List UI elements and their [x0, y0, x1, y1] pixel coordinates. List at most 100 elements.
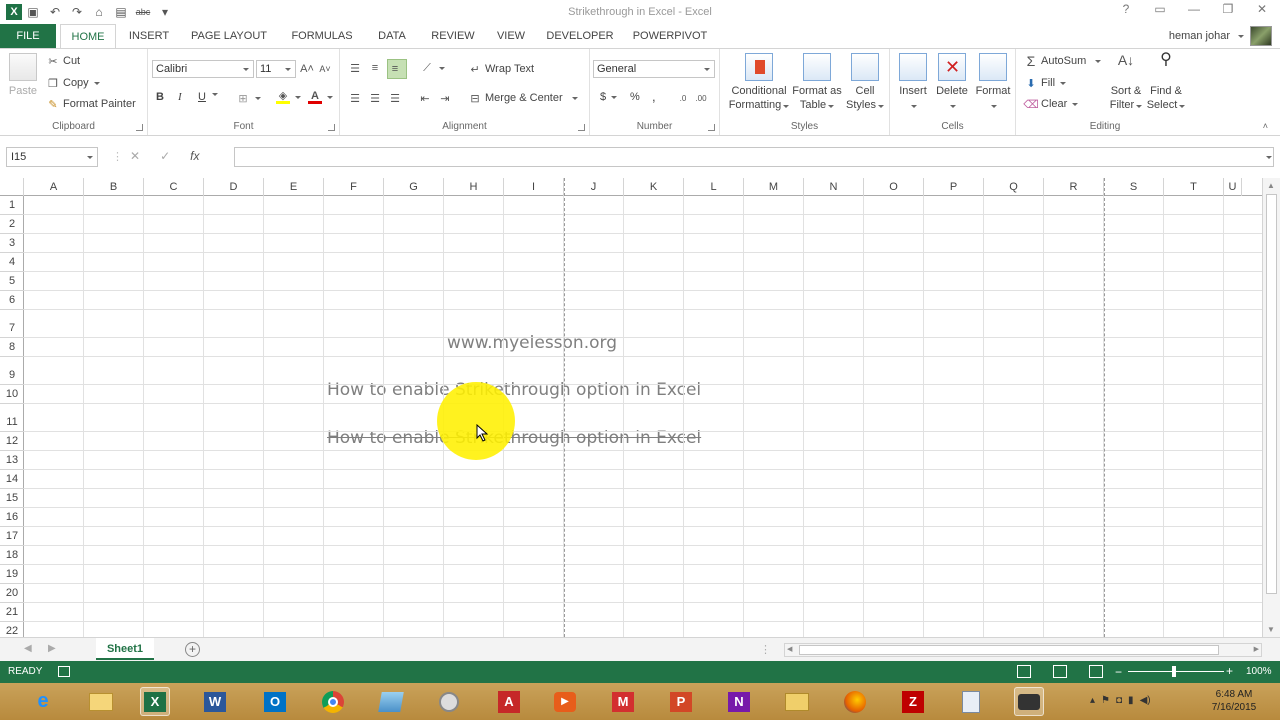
format-as-table-button[interactable]: Format as Table: [792, 53, 842, 112]
tray-arrow-icon[interactable]: ▴: [1090, 695, 1095, 706]
row-header-12[interactable]: 12: [0, 432, 24, 451]
folder-icon[interactable]: [782, 687, 812, 716]
enter-entry-button[interactable]: ✓: [160, 149, 170, 163]
close-icon[interactable]: ✕: [1250, 2, 1274, 16]
column-header-p[interactable]: P: [924, 178, 984, 196]
fill-button[interactable]: ⬇ Fill: [1024, 76, 1067, 90]
increase-indent-button[interactable]: ⇥: [438, 91, 452, 105]
borders-button[interactable]: ⊞: [236, 91, 261, 105]
grow-font-button[interactable]: A˄: [300, 62, 314, 76]
column-header-d[interactable]: D: [204, 178, 264, 196]
outlook-icon[interactable]: O: [260, 687, 290, 716]
top-align-button[interactable]: ☰: [348, 61, 362, 75]
zoom-in-button[interactable]: +: [1226, 664, 1233, 678]
row-header-4[interactable]: 4: [0, 253, 24, 272]
shrink-font-button[interactable]: A˅: [318, 62, 332, 76]
zoom-slider-thumb[interactable]: [1172, 666, 1176, 677]
sort-filter-button[interactable]: A↓ Sort & Filter: [1108, 53, 1144, 112]
scroll-right-icon[interactable]: ▶: [1254, 645, 1259, 653]
column-header-e[interactable]: E: [264, 178, 324, 196]
page-break-view-icon[interactable]: [1089, 665, 1103, 678]
scroll-left-icon[interactable]: ◀: [787, 645, 792, 653]
format-cells-button[interactable]: Format: [974, 53, 1012, 112]
tab-view[interactable]: VIEW: [490, 24, 532, 48]
column-header-b[interactable]: B: [84, 178, 144, 196]
orientation-button[interactable]: ⟋: [420, 61, 445, 75]
m-icon[interactable]: M: [608, 687, 638, 716]
comma-button[interactable]: ,: [652, 89, 656, 104]
tab-home[interactable]: HOME: [60, 24, 116, 48]
column-header-i[interactable]: I: [504, 178, 564, 196]
column-header-t[interactable]: T: [1164, 178, 1224, 196]
word-icon[interactable]: W: [200, 687, 230, 716]
insert-function-button[interactable]: fx: [190, 149, 199, 163]
row-header-8[interactable]: 8: [0, 338, 24, 357]
row-header-18[interactable]: 18: [0, 546, 24, 565]
row-header-17[interactable]: 17: [0, 527, 24, 546]
align-center-button[interactable]: ☰: [368, 91, 382, 105]
row-header-21[interactable]: 21: [0, 603, 24, 622]
filezilla-icon[interactable]: Z: [898, 687, 928, 716]
tray-flag-icon[interactable]: ⚑: [1101, 695, 1110, 706]
row-header-13[interactable]: 13: [0, 451, 24, 470]
add-sheet-button[interactable]: +: [185, 642, 200, 657]
explorer-icon[interactable]: [86, 687, 116, 716]
copy-button[interactable]: ❐ Copy: [46, 76, 100, 90]
column-header-r[interactable]: R: [1044, 178, 1104, 196]
tab-insert[interactable]: INSERT: [122, 24, 176, 48]
tab-file[interactable]: FILE: [0, 24, 56, 48]
network-icon[interactable]: ▮: [1128, 695, 1134, 706]
column-header-h[interactable]: H: [444, 178, 504, 196]
tab-page-layout[interactable]: PAGE LAYOUT: [184, 24, 274, 48]
italic-button[interactable]: I: [178, 91, 182, 103]
minimize-icon[interactable]: —: [1182, 2, 1206, 16]
number-launcher-icon[interactable]: [708, 124, 715, 131]
clipboard-launcher-icon[interactable]: [136, 124, 143, 131]
column-header-m[interactable]: M: [744, 178, 804, 196]
insert-cells-button[interactable]: Insert: [896, 53, 930, 112]
clear-button[interactable]: ⌫ Clear: [1023, 97, 1079, 111]
alignment-launcher-icon[interactable]: [578, 124, 585, 131]
number-format-select[interactable]: General: [593, 60, 715, 78]
merge-center-button[interactable]: ⊟ Merge & Center: [468, 91, 578, 105]
tab-developer[interactable]: DEVELOPER: [542, 24, 618, 48]
user-area[interactable]: heman johar: [1169, 26, 1272, 46]
column-header-c[interactable]: C: [144, 178, 204, 196]
increase-decimal-button[interactable]: .0: [676, 91, 690, 105]
zoom-out-button[interactable]: −: [1115, 665, 1122, 679]
column-header-f[interactable]: F: [324, 178, 384, 196]
row-header-5[interactable]: 5: [0, 272, 24, 291]
delete-cells-button[interactable]: ✕ Delete: [934, 53, 970, 112]
macro-record-icon[interactable]: [58, 666, 70, 677]
font-size-select[interactable]: 11: [256, 60, 296, 78]
column-header-j[interactable]: J: [564, 178, 624, 196]
row-header-14[interactable]: 14: [0, 470, 24, 489]
chrome-icon[interactable]: [318, 687, 348, 716]
onenote-icon[interactable]: N: [724, 687, 754, 716]
ie-icon[interactable]: e: [28, 687, 58, 716]
find-select-button[interactable]: ⚲ Find & Select: [1146, 52, 1186, 112]
tab-split-icon[interactable]: ⋮: [760, 643, 771, 656]
media-icon[interactable]: ▶: [550, 687, 580, 716]
font-color-button[interactable]: A: [308, 90, 333, 104]
column-header-o[interactable]: O: [864, 178, 924, 196]
tray-app-icon[interactable]: ◘: [1116, 695, 1122, 706]
vertical-scrollbar[interactable]: ▲ ▼: [1262, 178, 1280, 637]
row-header-15[interactable]: 15: [0, 489, 24, 508]
sheet-tab-sheet1[interactable]: Sheet1: [96, 638, 154, 660]
horizontal-scroll-thumb[interactable]: [799, 645, 1219, 655]
font-name-select[interactable]: Calibri: [152, 60, 254, 78]
decrease-decimal-button[interactable]: .00: [694, 91, 708, 105]
font-launcher-icon[interactable]: [328, 124, 335, 131]
excel-icon[interactable]: X: [140, 687, 170, 716]
paste-button[interactable]: Paste: [6, 53, 40, 98]
formula-input[interactable]: [234, 147, 1274, 167]
column-header-g[interactable]: G: [384, 178, 444, 196]
normal-view-icon[interactable]: [1017, 665, 1031, 678]
percent-button[interactable]: %: [630, 91, 640, 103]
column-header-l[interactable]: L: [684, 178, 744, 196]
row-header-2[interactable]: 2: [0, 215, 24, 234]
cells-area[interactable]: www.myelesson.org How to enable Striketh…: [24, 178, 1262, 637]
column-header-u[interactable]: U: [1224, 178, 1242, 196]
cell-styles-button[interactable]: Cell Styles: [844, 53, 886, 112]
